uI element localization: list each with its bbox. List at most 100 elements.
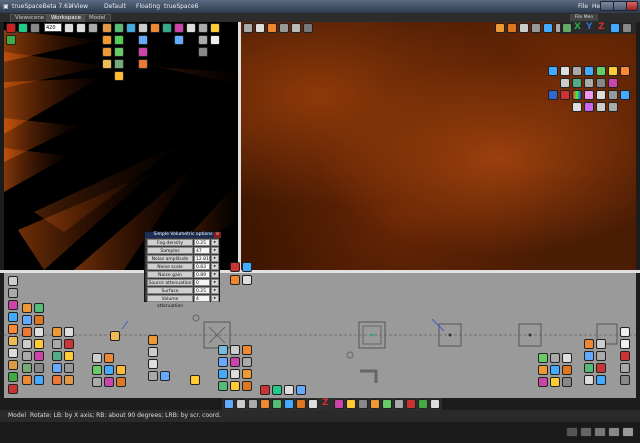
bottom-tool-curve-icon[interactable]: [148, 335, 158, 345]
right-tool-page-icon[interactable]: [620, 327, 630, 337]
frame-forward-icon[interactable]: [64, 23, 74, 33]
palette-fit-icon[interactable]: [596, 66, 606, 76]
flyout-texture-icon[interactable]: [138, 59, 148, 69]
bottom-tool-particle-icon[interactable]: [34, 351, 44, 361]
right-tool-magnify-icon[interactable]: [596, 375, 606, 385]
axis-screen-icon[interactable]: [622, 23, 632, 33]
center-tool-sun-icon[interactable]: [230, 381, 240, 391]
main-tool-local-icon[interactable]: [284, 399, 294, 409]
bottom-tool-torus-icon[interactable]: [148, 371, 158, 381]
main-tool-world-icon[interactable]: [296, 399, 306, 409]
main-tool-mesh-icon[interactable]: [394, 399, 404, 409]
right-tool-light-icon[interactable]: [538, 365, 548, 375]
main-tool-grass-icon[interactable]: [418, 399, 428, 409]
main-tool-move-icon[interactable]: [236, 399, 246, 409]
bottom-tool-helix-icon[interactable]: [160, 371, 170, 381]
param-arrow-icon[interactable]: ▸: [211, 287, 219, 294]
param-arrow-icon[interactable]: ▸: [211, 295, 219, 302]
tray-icon-d[interactable]: [608, 427, 620, 437]
main-tool-paint-icon[interactable]: [334, 399, 344, 409]
render-light-icon[interactable]: [495, 23, 505, 33]
main-tool-light-icon[interactable]: [346, 399, 356, 409]
palette-material-icon[interactable]: [584, 90, 594, 100]
param-arrow-icon[interactable]: ▸: [211, 239, 219, 246]
render-camera-icon[interactable]: [531, 23, 541, 33]
param-value-noise-scale[interactable]: 0.83: [194, 263, 210, 270]
palette-output-icon[interactable]: [608, 102, 618, 112]
flyout-plane-icon[interactable]: [198, 47, 208, 57]
rotate-tool-icon[interactable]: [126, 23, 136, 33]
bottom-tool-align-icon[interactable]: [92, 353, 102, 363]
right-tool-camera-icon[interactable]: [550, 365, 560, 375]
bottom-tool-bone-icon[interactable]: [34, 303, 44, 313]
bottom-tool-key-icon[interactable]: [34, 339, 44, 349]
palette-glow-icon[interactable]: [584, 102, 594, 112]
palette-fire-icon[interactable]: [560, 90, 570, 100]
right-tool-help-icon[interactable]: [620, 339, 630, 349]
main-tool-axis-icon[interactable]: [308, 399, 318, 409]
render-scene-icon[interactable]: [507, 23, 517, 33]
menu-default[interactable]: Default: [104, 0, 126, 13]
main-tool-scale-icon[interactable]: [260, 399, 270, 409]
flyout-spot-icon[interactable]: [102, 47, 112, 57]
right-tool-cube-icon[interactable]: [538, 353, 548, 363]
main-tool-z-icon[interactable]: Z: [322, 398, 329, 408]
param-value-noise-gain[interactable]: 0.89: [194, 271, 210, 278]
center-tool-lasso-icon[interactable]: [242, 357, 252, 367]
x-axis-icon[interactable]: X: [574, 22, 581, 32]
stop-icon[interactable]: [30, 23, 40, 33]
paint-tool-icon[interactable]: [174, 23, 184, 33]
material-tool-icon[interactable]: [162, 23, 172, 33]
right-tool-paint-icon[interactable]: [584, 339, 594, 349]
tray-icon-a[interactable]: [566, 427, 578, 437]
right-tool-delete-icon[interactable]: [596, 363, 606, 373]
bottom-tool-ring-icon[interactable]: [148, 359, 158, 369]
tray-icon-c[interactable]: [594, 427, 606, 437]
param-value-fog-density[interactable]: 0.25: [194, 239, 210, 246]
right-tool-material-icon[interactable]: [538, 377, 548, 387]
bottom-tool-grass-icon[interactable]: [8, 372, 18, 382]
param-value-samples[interactable]: 47: [194, 247, 210, 254]
main-tool-info-icon[interactable]: [430, 399, 440, 409]
bottom-tool-text-icon[interactable]: [8, 348, 18, 358]
param-arrow-icon[interactable]: ▸: [211, 255, 219, 262]
bottom-tool-extrude-icon[interactable]: [22, 303, 32, 313]
bottom-tool-plant-icon[interactable]: [52, 351, 62, 361]
play-icon[interactable]: [18, 23, 28, 33]
flyout-box-icon[interactable]: [198, 35, 208, 45]
main-tool-anim-icon[interactable]: [382, 399, 392, 409]
tray-icon-b[interactable]: [580, 427, 592, 437]
bottom-tool-skin-icon[interactable]: [22, 375, 32, 385]
main-tool-object-icon[interactable]: [358, 399, 368, 409]
bottom-tool-group-icon[interactable]: [92, 377, 102, 387]
bottom-tool-nurbs-icon[interactable]: [52, 363, 62, 373]
frame-end-icon[interactable]: [76, 23, 86, 33]
panel-side-icon-b[interactable]: [242, 262, 252, 272]
scale-tool-icon[interactable]: [138, 23, 148, 33]
palette-orbit-icon[interactable]: [572, 66, 582, 76]
bottom-tool-weld-icon[interactable]: [64, 339, 74, 349]
center-tool-grid-icon[interactable]: [218, 345, 228, 355]
palette-mesh-icon[interactable]: [560, 78, 570, 88]
palette-face-icon[interactable]: [596, 78, 606, 88]
param-value-volume-attenuation[interactable]: 4: [194, 295, 210, 302]
record-icon[interactable]: [6, 23, 16, 33]
param-value-source-attenuation[interactable]: 0: [194, 279, 210, 286]
bottom-tool-morph-icon[interactable]: [22, 363, 32, 373]
z-axis-icon[interactable]: Z: [598, 22, 605, 32]
frame-counter[interactable]: 420: [44, 23, 62, 32]
bottom-tool-metaball-icon[interactable]: [52, 339, 62, 349]
param-value-noise-amplitude[interactable]: 12.81: [194, 255, 210, 262]
tab-model[interactable]: Model: [84, 14, 111, 22]
right-tool-undo-icon[interactable]: [596, 339, 606, 349]
maximize-button[interactable]: [613, 1, 627, 11]
center-tool-rec-icon[interactable]: [260, 385, 270, 395]
file-menu[interactable]: File: [578, 0, 588, 13]
flyout-paint-icon[interactable]: [138, 47, 148, 57]
center-tool-page-icon[interactable]: [284, 385, 294, 395]
right-tool-stop-icon[interactable]: [620, 351, 630, 361]
cube-tool-icon[interactable]: [198, 23, 208, 33]
right-tool-sphere-icon[interactable]: [550, 353, 560, 363]
render-tool-icon[interactable]: [150, 23, 160, 33]
sphere-tool-icon[interactable]: [186, 23, 196, 33]
